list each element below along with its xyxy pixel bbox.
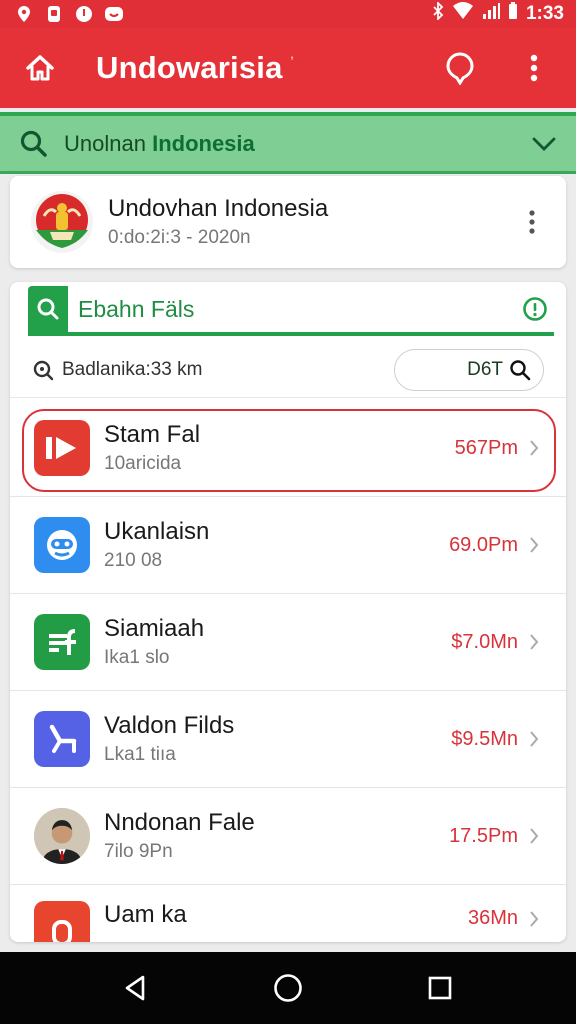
region-search-label: Unolnan Indonesia [64,131,532,157]
title-mark: ʼ [290,53,294,70]
message-icon [74,4,94,24]
chevron-right-icon [526,826,542,846]
list-item-text: Valdon Filds Lka1 tiıa [104,712,451,766]
filter-row: Badlanika:33 km D6T [10,342,566,398]
back-triangle-icon [125,975,145,1001]
wifi-icon [452,2,474,26]
play-icon [34,420,90,476]
list-item-subtitle: 210 08 [104,550,163,571]
list-item-title: Stam Fal [104,421,201,448]
list-item[interactable]: Siamiaah Ika1 slo $7.0Mn [10,594,566,691]
recents-square-icon [428,976,452,1000]
file-search-bar[interactable]: Ebahn Fäls [28,286,554,336]
list-item[interactable]: Valdon Filds Lka1 tiıa $9.5Mn [10,691,566,788]
chair-icon [34,711,90,767]
app-title-text: Undowarisia [96,50,283,85]
bluetooth-icon [432,0,444,26]
location-pin-icon [14,4,34,24]
home-icon [26,55,54,81]
list-item[interactable]: Nndonan Fale 7ilo 9Pn 17.5Pm [10,788,566,885]
list-item-amount: $7.0Mn [451,630,518,653]
region-search-dropdown[interactable]: Unolnan Indonesia [0,112,576,174]
list-item-title: Siamiaah [104,615,205,642]
chevron-down-icon [532,137,556,151]
list-item-title: Ukanlaisn [104,518,210,545]
chevron-right-icon [526,909,542,929]
region-search-prefix: Unolnan [64,130,146,156]
list-item-text: Siamiaah Ika1 slo [104,615,451,669]
home-button[interactable] [20,48,60,88]
profile-info: Undovhan Indonesia 0:do:2i:3 - 2020n [108,195,518,249]
list-item-subtitle: Ika1 slo [104,647,170,668]
more-vertical-icon [529,210,535,234]
app-bar: Undowarisia ʼ [0,28,576,108]
list-item-text: Ukanlaisn 210 08 [104,518,449,572]
list-item-amount: 17.5Pm [449,824,518,847]
person-avatar [34,808,90,864]
battery-icon [508,2,518,26]
alert-circle-icon [523,297,547,321]
home-nav-button[interactable] [264,964,312,1012]
list-item[interactable]: Stam Fal 10aricida 567Pm [10,400,566,497]
list-item-text: Nndonan Fale 7ilo 9Pn [104,809,449,863]
list-item-text: Uam ka [104,901,468,929]
list-item-text: Stam Fal 10aricida [104,421,455,475]
file-search-label: Ebahn Fäls [78,295,195,322]
list-item-title: Nndonan Fale [104,809,255,836]
chat-icon [446,52,474,85]
app-title: Undowarisia ʼ [96,50,438,86]
profile-card[interactable]: Undovhan Indonesia 0:do:2i:3 - 2020n [10,176,566,268]
list-item-amount: $9.5Mn [451,727,518,750]
system-nav-bar [0,952,576,1024]
filter-pill-value: D6T [467,358,503,380]
list-item[interactable]: Ukanlaisn 210 08 69.0Pm [10,497,566,594]
home-circle-icon [274,974,302,1002]
recents-button[interactable] [416,964,464,1012]
filter-search-pill[interactable]: D6T [394,348,544,391]
back-button[interactable] [112,964,160,1012]
sheet-icon [34,614,90,670]
region-search-value: Indonesia [152,130,255,156]
chevron-right-icon [526,632,542,652]
list-item-subtitle: 10aricida [104,453,182,474]
chat-button[interactable] [438,46,482,90]
file-search-button[interactable] [28,286,68,332]
app-icon-red [34,901,90,942]
sim-icon [44,4,64,24]
notification-icons [14,4,124,24]
file-rows: Stam Fal 10aricida 567Pm Ukanlaisn 210 0… [10,400,566,942]
chevron-right-icon [526,729,542,749]
list-item-title: Valdon Filds [104,712,235,739]
list-item-amount: 36Mn [467,907,518,929]
list-item-subtitle: 7ilo 9Pn [104,841,173,862]
signal-icon [482,2,500,26]
list-item-amount: 69.0Pm [449,533,518,556]
system-indicators: 1:33 [432,0,564,26]
overflow-menu-button[interactable] [512,46,556,90]
list-item-title: Uam ka [104,901,187,928]
chevron-right-icon [526,535,542,555]
emblem-avatar [31,191,93,253]
list-item[interactable]: Uam ka 36Mn [10,885,566,942]
clock: 1:33 [525,3,564,24]
profile-date: 0:do:2i:3 - 2020n [108,227,251,248]
search-icon [20,130,47,157]
list-item-subtitle: Lka1 tiıa [104,744,176,765]
more-vertical-icon [530,54,538,82]
face-icon [34,517,90,573]
search-small-icon [33,360,54,380]
filter-text: Badlanika:33 km [62,358,203,380]
chevron-right-icon [526,438,542,458]
profile-menu-button[interactable] [518,204,546,240]
status-bar: 1:33 [0,0,576,28]
search-icon [510,359,531,380]
list-item-amount: 567Pm [454,436,518,459]
search-icon [37,298,59,320]
chat-bubble-icon [104,4,124,24]
file-list-card: Ebahn Fäls Badlanika:33 km D6T Stam Fal … [10,282,566,942]
profile-name: Undovhan Indonesia [108,195,329,222]
